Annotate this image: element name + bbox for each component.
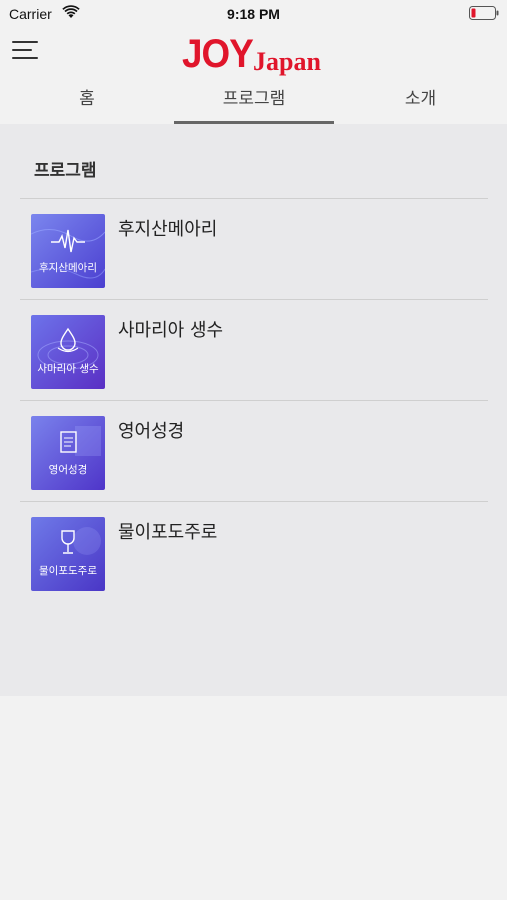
logo-main-text: JOY (182, 32, 254, 76)
program-list: 후지산메아리 후지산메아리 사마리아 생수 사마리아 생수 영어성경 영어성경 … (20, 198, 488, 602)
tab-bar: 홈 프로그램 소개 (0, 80, 507, 124)
program-thumbnail: 영어성경 (31, 416, 105, 490)
tab-programs[interactable]: 프로그램 (174, 80, 334, 124)
program-title: 후지산메아리 (118, 219, 218, 240)
wine-glass-icon (61, 530, 75, 554)
program-item-samaria-water[interactable]: 사마리아 생수 사마리아 생수 (20, 299, 488, 400)
section-title: 프로그램 (34, 161, 97, 181)
tab-home[interactable]: 홈 (0, 80, 174, 124)
water-drop-icon (57, 327, 79, 353)
program-thumbnail: 후지산메아리 (31, 214, 105, 288)
clock: 9:18 PM (227, 6, 280, 22)
program-title: 사마리아 생수 (118, 320, 224, 341)
program-content: 프로그램 후지산메아리 후지산메아리 사마리아 생수 사마리아 생수 영어성경 … (0, 124, 507, 696)
tab-about-label: 소개 (404, 89, 437, 109)
tab-programs-label: 프로그램 (222, 89, 286, 109)
tab-about[interactable]: 소개 (334, 80, 507, 124)
program-item-fuji-echo[interactable]: 후지산메아리 후지산메아리 (20, 198, 488, 299)
program-thumbnail: 사마리아 생수 (31, 315, 105, 389)
joy-japan-logo[interactable]: JOYJapan (182, 32, 327, 76)
logo-sub-text: Japan (253, 47, 321, 76)
thumbnail-label: 물이포도주로 (39, 565, 97, 577)
status-bar: Carrier 9:18 PM (0, 0, 507, 28)
thumbnail-label: 사마리아 생수 (37, 363, 99, 375)
app-header: JOYJapan (0, 28, 507, 78)
program-item-english-bible[interactable]: 영어성경 영어성경 (20, 400, 488, 501)
program-thumbnail: 물이포도주로 (31, 517, 105, 591)
soundwave-icon (51, 229, 85, 253)
hamburger-menu-icon[interactable] (12, 38, 40, 62)
battery-icon (469, 6, 499, 20)
thumbnail-label: 후지산메아리 (39, 262, 97, 274)
book-icon (60, 431, 77, 453)
program-item-water-to-wine[interactable]: 물이포도주로 물이포도주로 (20, 501, 488, 602)
program-title: 영어성경 (118, 421, 185, 442)
program-title: 물이포도주로 (118, 522, 218, 543)
tab-home-label: 홈 (79, 89, 95, 109)
thumbnail-label: 영어성경 (48, 464, 88, 476)
